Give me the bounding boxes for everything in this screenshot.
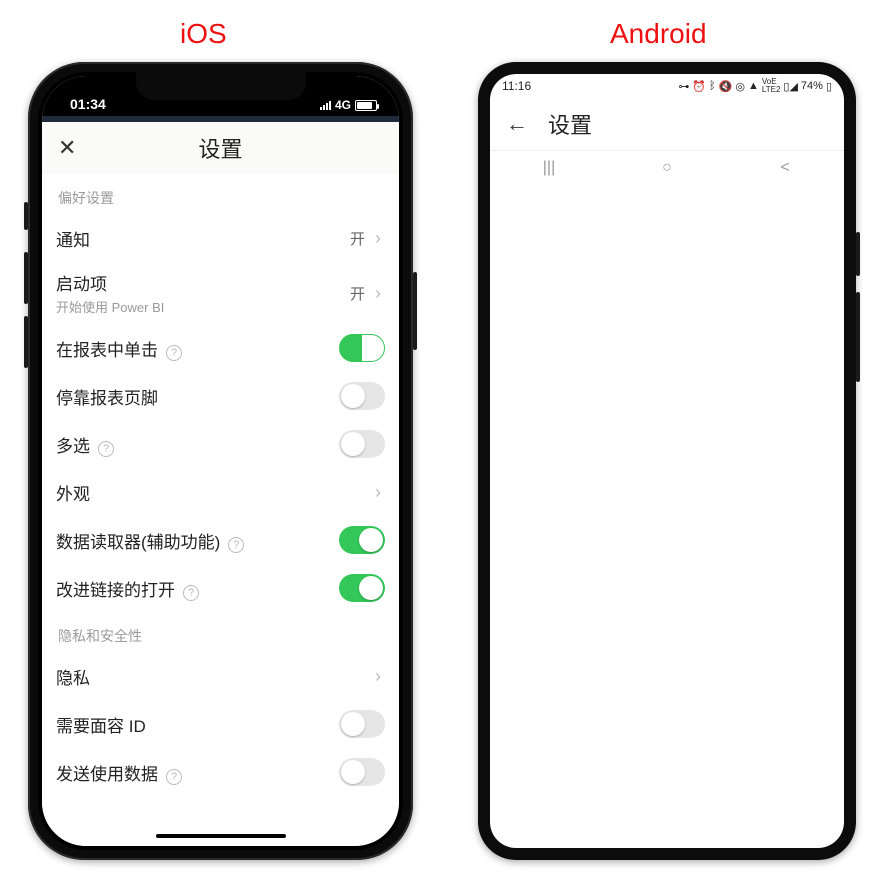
- chevron-right-icon: ›: [371, 228, 385, 249]
- android-nav-bar: ||| ○ <: [490, 150, 844, 184]
- ios-status-time: 01:34: [70, 96, 106, 112]
- row-privacy[interactable]: 隐私›: [42, 652, 399, 700]
- ios-caption: iOS: [180, 18, 227, 50]
- row-label: 通知: [56, 226, 350, 251]
- toggle[interactable]: [339, 758, 385, 786]
- battery-icon: [355, 100, 377, 111]
- page-title: 设置: [534, 108, 828, 140]
- nfc-icon: ◎: [735, 80, 745, 93]
- ios-app-header: ✕ 设置: [42, 122, 399, 174]
- signal-icon: [320, 100, 331, 110]
- android-power-button: [856, 232, 860, 276]
- row-label: 数据读取器(辅助功能)?: [56, 528, 339, 553]
- row-links[interactable]: 改进链接的打开?: [42, 564, 399, 612]
- row-footer[interactable]: 停靠报表页脚: [42, 372, 399, 420]
- nav-recents[interactable]: |||: [519, 159, 579, 177]
- row-multi[interactable]: 多选?: [42, 420, 399, 468]
- android-battery-pct: 74%: [801, 80, 823, 92]
- ios-settings-list[interactable]: 偏好设置通知开›启动项开始使用 Power BI开›在报表中单击?停靠报表页脚多…: [42, 174, 399, 846]
- toggle[interactable]: [339, 526, 385, 554]
- row-label: 多选?: [56, 432, 339, 457]
- row-value: 开: [350, 228, 365, 249]
- row-usage[interactable]: 发送使用数据?: [42, 748, 399, 796]
- row-reader[interactable]: 数据读取器(辅助功能)?: [42, 516, 399, 564]
- row-appear[interactable]: 外观›: [42, 468, 399, 516]
- row-startup[interactable]: 启动项开始使用 Power BI开 ›: [42, 262, 399, 324]
- help-icon[interactable]: ?: [228, 537, 244, 553]
- chevron-right-icon: ›: [371, 482, 385, 503]
- iphone-volume-up: [24, 252, 28, 304]
- row-label: 启动项: [56, 270, 350, 295]
- row-tap[interactable]: 在报表中单击?: [42, 324, 399, 372]
- chevron-right-icon: ›: [371, 666, 385, 687]
- iphone-mute-switch: [24, 202, 28, 230]
- row-label: 外观: [56, 480, 371, 505]
- back-button[interactable]: ←: [506, 111, 534, 137]
- android-status-time: 11:16: [502, 79, 531, 93]
- bluetooth-icon: ᛒ: [709, 80, 716, 92]
- close-button[interactable]: ✕: [58, 135, 86, 161]
- signal-icon: ▯◢: [783, 80, 798, 93]
- row-label: 需要面容 ID: [56, 712, 339, 737]
- iphone-frame: 01:34 4G ✕ 设置 偏好设置通知开›启动项开始使用 Power BI开›…: [28, 62, 413, 860]
- nav-back[interactable]: <: [755, 159, 815, 177]
- ios-status-net: 4G: [335, 98, 351, 112]
- row-faceid[interactable]: 需要面容 ID: [42, 700, 399, 748]
- android-frame: 11:16 ⊶ ⏰ ᛒ 🔇 ◎ ▲ VoELTE2 ▯◢ 74% ▯ ← 设置 …: [478, 62, 856, 860]
- row-label: 停靠报表页脚: [56, 384, 339, 409]
- row-label: 改进链接的打开?: [56, 576, 339, 601]
- iphone-power-button: [413, 272, 417, 350]
- help-icon[interactable]: ?: [98, 441, 114, 457]
- iphone-volume-down: [24, 316, 28, 368]
- row-label: 在报表中单击?: [56, 336, 339, 361]
- android-status-bar: 11:16 ⊶ ⏰ ᛒ 🔇 ◎ ▲ VoELTE2 ▯◢ 74% ▯: [490, 74, 844, 98]
- chevron-right-icon: ›: [371, 283, 385, 304]
- nav-home[interactable]: ○: [637, 159, 697, 177]
- row-subtitle: 开始使用 Power BI: [56, 297, 350, 316]
- toggle[interactable]: [339, 382, 385, 410]
- section-header: 偏好设置: [42, 174, 399, 214]
- help-icon[interactable]: ?: [183, 585, 199, 601]
- row-value: 开: [350, 283, 365, 304]
- android-volume-rocker: [856, 292, 860, 382]
- battery-icon: ▯: [826, 80, 832, 93]
- mute-icon: 🔇: [719, 80, 733, 93]
- vpn-icon: ⊶: [678, 80, 689, 93]
- page-title: 设置: [86, 132, 355, 164]
- help-icon[interactable]: ?: [166, 769, 182, 785]
- alarm-icon: ⏰: [692, 80, 706, 93]
- toggle[interactable]: [339, 430, 385, 458]
- android-caption: Android: [610, 18, 707, 50]
- row-label: 隐私: [56, 664, 371, 689]
- volte-icon: VoELTE2: [762, 78, 781, 94]
- home-indicator[interactable]: [156, 834, 286, 838]
- row-notif[interactable]: 通知开 ›: [42, 214, 399, 262]
- android-app-header: ← 设置: [490, 98, 844, 150]
- toggle[interactable]: [339, 710, 385, 738]
- iphone-notch: [136, 70, 306, 100]
- section-header: 隐私和安全性: [42, 612, 399, 652]
- row-label: 发送使用数据?: [56, 760, 339, 785]
- toggle[interactable]: [339, 334, 385, 362]
- toggle[interactable]: [339, 574, 385, 602]
- help-icon[interactable]: ?: [166, 345, 182, 361]
- wifi-icon: ▲: [748, 80, 759, 92]
